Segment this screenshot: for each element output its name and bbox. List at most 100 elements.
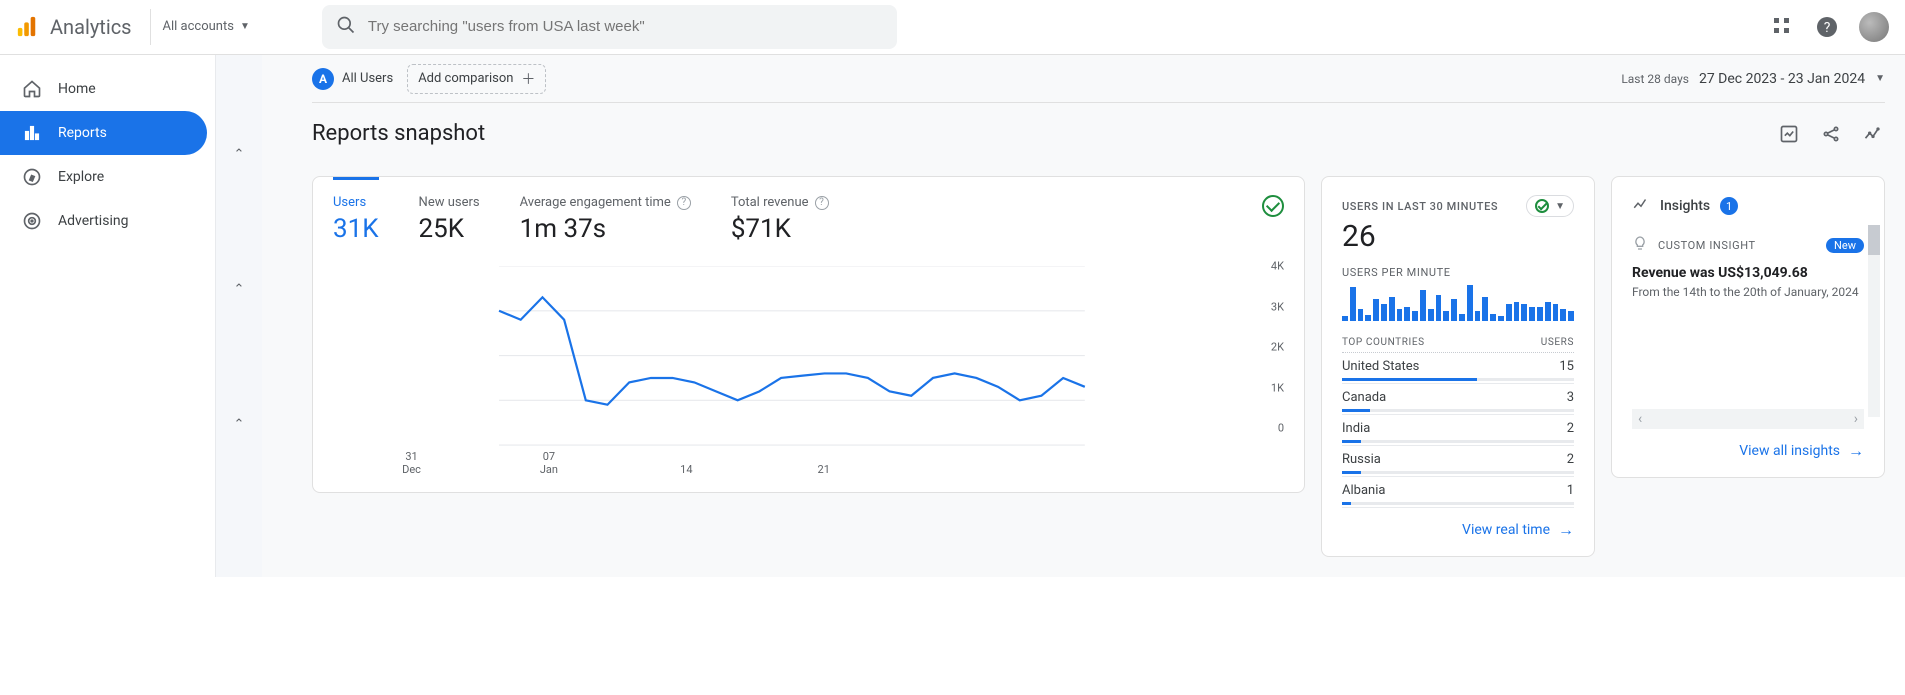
top-bar: Analytics All accounts ▼ ? xyxy=(0,0,1905,54)
chevron-up-icon[interactable]: ⌃ xyxy=(234,417,245,432)
metric-users[interactable]: Users 31K xyxy=(333,195,379,244)
chevron-left-icon[interactable]: ‹ xyxy=(1638,411,1642,427)
realtime-title: USERS IN LAST 30 MINUTES xyxy=(1342,200,1498,213)
sidebar-item-label: Reports xyxy=(58,125,107,141)
metrics-row: Users 31K New users 25K Average engageme… xyxy=(333,195,1284,244)
arrow-right-icon: → xyxy=(1848,441,1864,461)
users-header: USERS xyxy=(1541,337,1574,348)
view-all-insights-link[interactable]: View all insights → xyxy=(1632,441,1864,461)
insights-title: Insights xyxy=(1660,198,1710,214)
chevron-down-icon: ▼ xyxy=(240,21,250,32)
chevron-right-icon[interactable]: › xyxy=(1854,411,1858,427)
metric-label: New users xyxy=(419,195,480,210)
lightbulb-icon xyxy=(1632,235,1648,255)
layout: Home Reports Explore Advertising ⌃ ⌃ ⌃ A… xyxy=(0,55,1905,577)
metric-value: 25K xyxy=(419,214,480,244)
filter-bar: A All Users Add comparison ＋ Last 28 day… xyxy=(312,63,1885,103)
realtime-value: 26 xyxy=(1342,219,1574,254)
share-icon[interactable] xyxy=(1819,122,1843,146)
help-icon[interactable]: ? xyxy=(815,196,829,210)
title-actions xyxy=(1777,122,1885,146)
sidebar: Home Reports Explore Advertising xyxy=(0,55,216,577)
arrow-right-icon: → xyxy=(1558,520,1574,540)
metric-value: 31K xyxy=(333,214,379,244)
reports-subnav-rail: ⌃ ⌃ ⌃ xyxy=(216,55,262,577)
check-icon xyxy=(1535,199,1549,213)
realtime-status-pill[interactable]: ▼ xyxy=(1526,195,1574,217)
view-real-time-link[interactable]: View real time → xyxy=(1342,520,1574,540)
insight-description: From the 14th to the 20th of January, 20… xyxy=(1632,285,1864,299)
search-box[interactable] xyxy=(322,5,897,49)
link-label: View all insights xyxy=(1739,443,1840,459)
add-comparison-label: Add comparison xyxy=(418,71,513,86)
segment-badge: A xyxy=(312,68,334,90)
customize-report-icon[interactable] xyxy=(1777,122,1801,146)
segment-label[interactable]: All Users xyxy=(342,71,393,86)
plus-icon: ＋ xyxy=(521,69,535,89)
help-icon[interactable]: ? xyxy=(1815,15,1839,39)
top-countries-header: TOP COUNTRIES xyxy=(1342,337,1425,348)
search-input[interactable] xyxy=(368,18,883,35)
sidebar-item-label: Home xyxy=(58,81,96,97)
chevron-down-icon: ▼ xyxy=(1555,201,1565,212)
realtime-card: USERS IN LAST 30 MINUTES ▼ 26 USERS PER … xyxy=(1321,176,1595,557)
scrollbar[interactable] xyxy=(1868,225,1880,417)
users-line-chart: 01K2K3K4K31Dec07Jan1421 xyxy=(333,266,1284,476)
add-comparison-button[interactable]: Add comparison ＋ xyxy=(407,64,546,94)
search-icon xyxy=(336,15,356,39)
insights-icon[interactable] xyxy=(1861,122,1885,146)
account-selector[interactable]: All accounts ▼ xyxy=(150,9,262,45)
link-label: View real time xyxy=(1462,522,1550,538)
country-row[interactable]: United States15 xyxy=(1342,353,1574,384)
insight-headline[interactable]: Revenue was US$13,049.68 xyxy=(1632,265,1864,281)
sidebar-item-home[interactable]: Home xyxy=(0,67,207,111)
chevron-down-icon: ▼ xyxy=(1875,73,1885,84)
chevron-up-icon[interactable]: ⌃ xyxy=(234,147,245,162)
chevron-up-icon[interactable]: ⌃ xyxy=(234,282,245,297)
brand-name: Analytics xyxy=(50,15,132,39)
insights-count-badge: 1 xyxy=(1720,197,1738,215)
metric-label: Total revenue xyxy=(731,195,809,210)
country-row[interactable]: Albania1 xyxy=(1342,477,1574,508)
overview-card: Users 31K New users 25K Average engageme… xyxy=(312,176,1305,493)
main-content: A All Users Add comparison ＋ Last 28 day… xyxy=(262,55,1905,577)
country-row[interactable]: Canada3 xyxy=(1342,384,1574,415)
insight-type-label: CUSTOM INSIGHT xyxy=(1658,239,1756,252)
title-row: Reports snapshot xyxy=(312,121,1885,146)
account-selector-label: All accounts xyxy=(163,19,234,34)
insights-spark-icon xyxy=(1632,195,1650,217)
top-right-actions: ? xyxy=(1771,12,1889,42)
metric-label: Users xyxy=(333,195,366,210)
avatar[interactable] xyxy=(1859,12,1889,42)
help-icon[interactable]: ? xyxy=(677,196,691,210)
metric-value: $71K xyxy=(731,214,829,244)
metric-avg-engagement[interactable]: Average engagement time? 1m 37s xyxy=(520,195,691,244)
date-range-label: Last 28 days xyxy=(1621,72,1689,86)
sidebar-item-reports[interactable]: Reports xyxy=(0,111,207,155)
metric-label: Average engagement time xyxy=(520,195,671,210)
insights-card: Insights 1 CUSTOM INSIGHT New Revenue wa… xyxy=(1611,176,1885,478)
country-row[interactable]: India2 xyxy=(1342,415,1574,446)
sidebar-item-explore[interactable]: Explore xyxy=(0,155,207,199)
status-ok-icon[interactable] xyxy=(1262,195,1284,217)
sidebar-item-label: Explore xyxy=(58,169,104,185)
cards-row: Users 31K New users 25K Average engageme… xyxy=(312,176,1885,557)
page-title: Reports snapshot xyxy=(312,121,485,146)
new-badge: New xyxy=(1826,238,1864,253)
apps-icon[interactable] xyxy=(1771,15,1795,39)
date-range-picker[interactable]: Last 28 days 27 Dec 2023 - 23 Jan 2024 ▼ xyxy=(1621,71,1885,87)
sidebar-item-advertising[interactable]: Advertising xyxy=(0,199,207,243)
sidebar-item-label: Advertising xyxy=(58,213,128,229)
metric-new-users[interactable]: New users 25K xyxy=(419,195,480,244)
svg-text:?: ? xyxy=(1824,20,1831,36)
metric-value: 1m 37s xyxy=(520,214,691,244)
metric-total-revenue[interactable]: Total revenue? $71K xyxy=(731,195,829,244)
analytics-logo-icon xyxy=(16,16,38,38)
country-row[interactable]: Russia2 xyxy=(1342,446,1574,477)
date-range-value: 27 Dec 2023 - 23 Jan 2024 xyxy=(1699,71,1865,87)
insight-pager: ‹ › xyxy=(1632,409,1864,429)
realtime-country-list: United States15Canada3India2Russia2Alban… xyxy=(1342,353,1574,508)
users-per-minute-chart xyxy=(1342,285,1574,321)
realtime-subtitle: USERS PER MINUTE xyxy=(1342,266,1574,279)
brand: Analytics xyxy=(16,15,132,39)
